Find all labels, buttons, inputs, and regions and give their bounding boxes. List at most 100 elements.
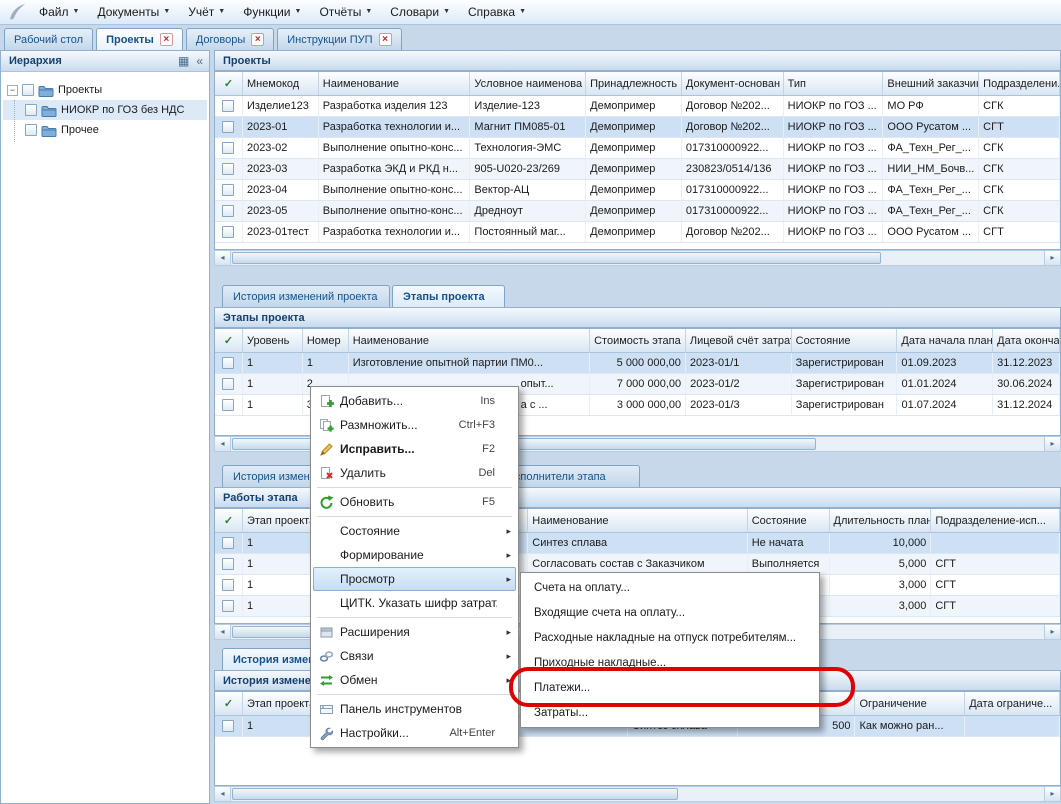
scroll-right-button[interactable]: ▸ [1044, 437, 1060, 451]
scroll-left-button[interactable]: ◂ [215, 625, 231, 639]
row-checkbox[interactable] [222, 558, 234, 570]
row-checkbox[interactable] [222, 720, 234, 732]
column-header-Наименование[interactable]: Наименование [319, 72, 471, 95]
tree-checkbox[interactable] [25, 124, 37, 136]
scroll-left-button[interactable]: ◂ [215, 251, 231, 265]
column-header-Состояние[interactable]: Состояние [748, 509, 830, 532]
scroll-right-button[interactable]: ▸ [1044, 251, 1060, 265]
row-checkbox[interactable] [222, 399, 234, 411]
column-header-Дата начала план[interactable]: Дата начала план [897, 329, 993, 352]
column-check-header[interactable]: ✓ [215, 72, 243, 95]
scroll-left-button[interactable]: ◂ [215, 437, 231, 451]
menu-Документы[interactable]: Документы▼ [88, 2, 179, 23]
bottom-hscrollbar[interactable]: ◂ ▸ [214, 786, 1061, 802]
column-header-Принадлежность[interactable]: Принадлежность [586, 72, 682, 95]
menu-Файл[interactable]: Файл▼ [30, 2, 88, 23]
context-menu-item-Расширения[interactable]: Расширения▸ [313, 620, 516, 644]
context-menu-item-Состояние[interactable]: Состояние▸ [313, 519, 516, 543]
projects-row[interactable]: Изделие123Разработка изделия 123Изделие-… [215, 96, 1060, 117]
submenu-item-Счета на оплату...[interactable]: Счета на оплату... [523, 575, 817, 600]
scroll-right-button[interactable]: ▸ [1044, 787, 1060, 801]
column-header-Уровень[interactable]: Уровень [243, 329, 303, 352]
row-checkbox[interactable] [222, 205, 234, 217]
submenu-item-Расходные накладные на отпуск потребителям...[interactable]: Расходные накладные на отпуск потребител… [523, 625, 817, 650]
context-menu-item-Панель инструментов[interactable]: Панель инструментов [313, 697, 516, 721]
tab-Этапы проекта[interactable]: Этапы проекта [392, 285, 505, 307]
scroll-track[interactable] [231, 251, 1044, 265]
tree-checkbox[interactable] [22, 84, 34, 96]
tab-Инструкции ПУП[interactable]: Инструкции ПУП× [277, 28, 401, 50]
projects-row[interactable]: 2023-02Выполнение опытно-конс...Технолог… [215, 138, 1060, 159]
projects-row[interactable]: 2023-01тестРазработка технологии и...Пос… [215, 222, 1060, 243]
context-menu-item-ЦИТК. Указать шифр затрат...[interactable]: ЦИТК. Указать шифр затрат... [313, 591, 516, 615]
column-header-Подразделени...[interactable]: Подразделени... [979, 72, 1060, 95]
row-checkbox[interactable] [222, 121, 234, 133]
tab-close-icon[interactable]: × [379, 33, 392, 46]
context-menu-item-Формирование[interactable]: Формирование▸ [313, 543, 516, 567]
collapse-panel-icon[interactable]: « [196, 54, 203, 68]
row-checkbox[interactable] [222, 600, 234, 612]
stages-row[interactable]: 11Изготовление опытной партии ПМ0...5 00… [215, 353, 1060, 374]
column-header-Подразделение-исп...[interactable]: Подразделение-исп... [931, 509, 1060, 532]
tree-item-Прочее[interactable]: Прочее [3, 120, 207, 140]
submenu-item-Входящие счета на оплату...[interactable]: Входящие счета на оплату... [523, 600, 817, 625]
tab-Рабочий стол[interactable]: Рабочий стол [4, 28, 93, 50]
row-checkbox[interactable] [222, 184, 234, 196]
row-checkbox[interactable] [222, 378, 234, 390]
menu-Учёт[interactable]: Учёт▼ [179, 2, 234, 23]
context-menu-item-Связи[interactable]: Связи▸ [313, 644, 516, 668]
context-menu-item-Просмотр[interactable]: Просмотр▸ [313, 567, 516, 591]
projects-row[interactable]: 2023-04Выполнение опытно-конс...Вектор-А… [215, 180, 1060, 201]
menu-Функции[interactable]: Функции▼ [234, 2, 310, 23]
column-check-header[interactable]: ✓ [215, 509, 243, 532]
column-header-Внешний заказчик[interactable]: Внешний заказчик [883, 72, 979, 95]
row-checkbox[interactable] [222, 142, 234, 154]
column-header-Длительность план[interactable]: Длительность план▼ [830, 509, 932, 532]
submenu-item-Приходные накладные...[interactable]: Приходные накладные... [523, 650, 817, 675]
column-header-Номер[interactable]: Номер [303, 329, 349, 352]
row-checkbox[interactable] [222, 226, 234, 238]
context-menu-item-Обмен[interactable]: Обмен▸ [313, 668, 516, 692]
scroll-track[interactable] [231, 787, 1044, 801]
context-menu-item-Размножить...[interactable]: Размножить...Ctrl+F3 [313, 413, 516, 437]
menu-Отчёты[interactable]: Отчёты▼ [310, 2, 381, 23]
column-header-Наименование[interactable]: Наименование [349, 329, 590, 352]
context-menu-item-Добавить...[interactable]: Добавить...Ins [313, 389, 516, 413]
tree-checkbox[interactable] [25, 104, 37, 116]
column-header-Состояние[interactable]: Состояние [792, 329, 898, 352]
tab-Проекты[interactable]: Проекты× [96, 28, 183, 50]
tab-close-icon[interactable]: × [251, 33, 264, 46]
column-header-Условное наименова[interactable]: Условное наименова [470, 72, 586, 95]
scroll-thumb[interactable] [232, 788, 678, 800]
context-menu-item-Удалить[interactable]: УдалитьDel [313, 461, 516, 485]
tree-expander-icon[interactable]: − [7, 85, 18, 96]
column-header-Дата оконча...[interactable]: Дата оконча... [993, 329, 1060, 352]
row-checkbox[interactable] [222, 357, 234, 369]
context-menu-item-Исправить...[interactable]: Исправить...F2 [313, 437, 516, 461]
projects-row[interactable]: 2023-03Разработка ЭКД и РКД н...905-U020… [215, 159, 1060, 180]
row-checkbox[interactable] [222, 537, 234, 549]
scroll-right-button[interactable]: ▸ [1044, 625, 1060, 639]
hierarchy-filter-icon[interactable]: ▦ [178, 54, 189, 68]
submenu-item-Платежи...[interactable]: Платежи... [523, 675, 817, 700]
column-check-header[interactable]: ✓ [215, 692, 243, 715]
column-header-Тип[interactable]: Тип [784, 72, 884, 95]
projects-row[interactable]: 2023-05Выполнение опытно-конс...Дредноут… [215, 201, 1060, 222]
projects-hscrollbar[interactable]: ◂ ▸ [214, 250, 1061, 266]
context-menu-item-Настройки...[interactable]: Настройки...Alt+Enter [313, 721, 516, 745]
row-checkbox[interactable] [222, 100, 234, 112]
tree-item-НИОКР по ГОЗ без НДС[interactable]: НИОКР по ГОЗ без НДС [3, 100, 207, 120]
row-checkbox[interactable] [222, 163, 234, 175]
column-header-Наименование[interactable]: Наименование [528, 509, 747, 532]
column-header-Лицевой счёт затрат[interactable]: Лицевой счёт затрат [686, 329, 792, 352]
tab-История изменений проекта[interactable]: История изменений проекта [222, 285, 390, 307]
column-header-Дата ограниче...[interactable]: Дата ограниче... [965, 692, 1060, 715]
scroll-thumb[interactable] [232, 252, 881, 264]
context-menu-item-Обновить[interactable]: ОбновитьF5 [313, 490, 516, 514]
scroll-left-button[interactable]: ◂ [215, 787, 231, 801]
column-header-Мнемокод[interactable]: Мнемокод [243, 72, 319, 95]
column-check-header[interactable]: ✓ [215, 329, 243, 352]
tab-Договоры[interactable]: Договоры× [186, 28, 274, 50]
column-header-Ограничение[interactable]: Ограничение [855, 692, 965, 715]
row-checkbox[interactable] [222, 579, 234, 591]
